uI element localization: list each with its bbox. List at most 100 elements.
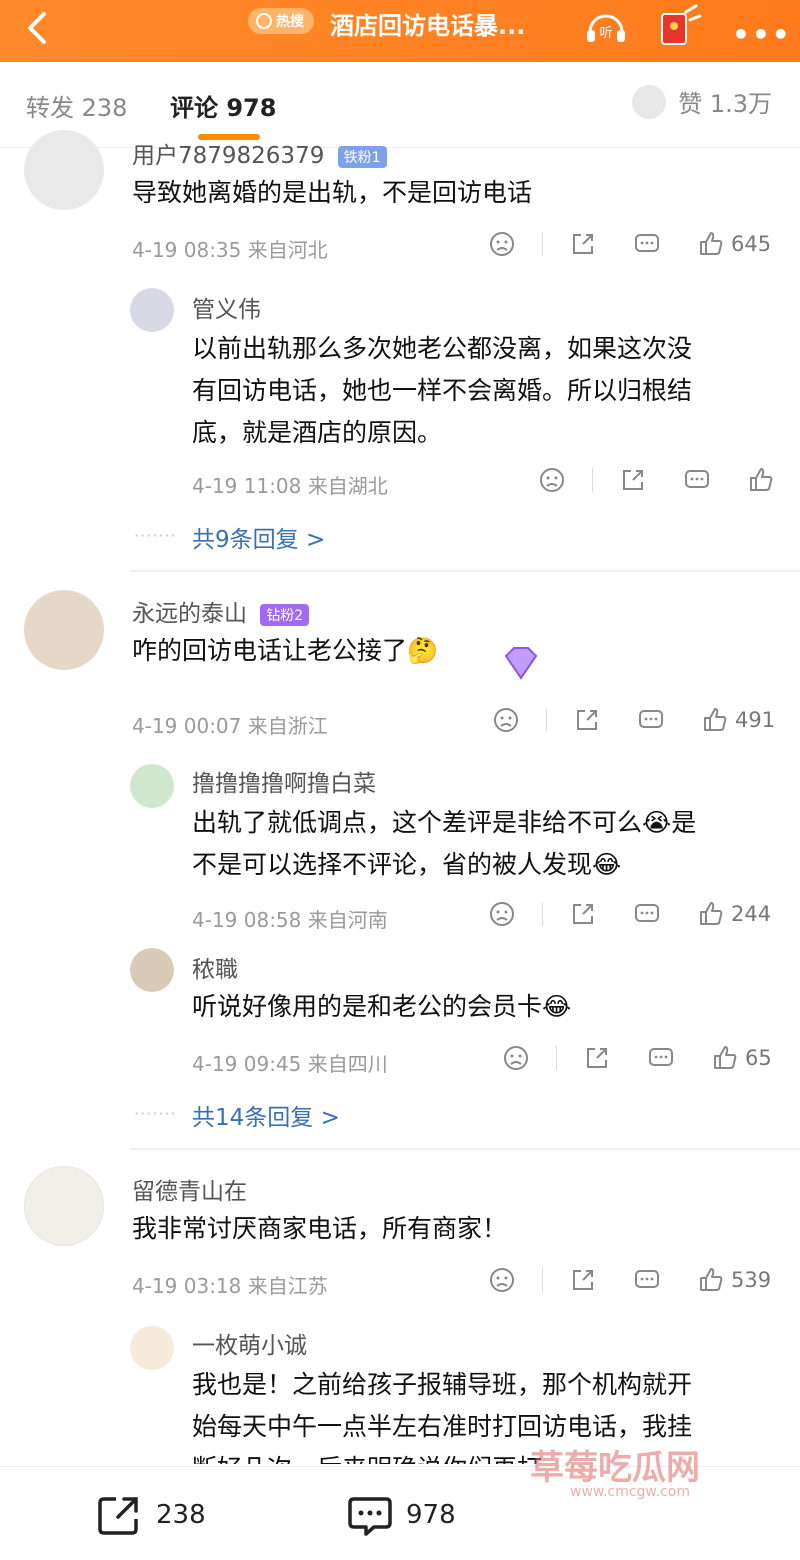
reply-meta: 4-19 08:58 来自河南 bbox=[192, 908, 388, 932]
dislike-button[interactable] bbox=[488, 1266, 516, 1294]
like-count: 539 bbox=[731, 1268, 772, 1292]
share-icon bbox=[623, 470, 643, 490]
divider bbox=[592, 468, 593, 492]
more-replies-link[interactable]: 共9条回复 > bbox=[192, 520, 325, 554]
share-icon bbox=[573, 904, 593, 924]
frown-icon bbox=[490, 902, 514, 926]
avatar[interactable] bbox=[130, 948, 174, 992]
listen-headphones-icon[interactable]: 听 bbox=[582, 6, 630, 46]
reply-button[interactable] bbox=[683, 466, 711, 494]
thumbs-up-icon bbox=[704, 708, 727, 731]
reply-button[interactable] bbox=[633, 900, 661, 928]
share-button[interactable] bbox=[569, 230, 597, 258]
dislike-button[interactable] bbox=[502, 1044, 530, 1072]
fan-badge: 钻粉2 bbox=[260, 603, 310, 626]
avatar[interactable] bbox=[24, 130, 104, 210]
comment-actions: 645 bbox=[488, 230, 771, 258]
more-menu-icon[interactable]: ••• bbox=[732, 18, 792, 51]
like-count: 491 bbox=[735, 708, 776, 732]
comment-text: 咋的回访电话让老公接了🤔 bbox=[132, 636, 439, 665]
dislike-button[interactable] bbox=[488, 230, 516, 258]
reply-text: 听说好像用的是和老公的会员卡😂 bbox=[192, 992, 572, 1021]
comment-username[interactable]: 留德青山在 bbox=[132, 1172, 247, 1206]
thumbs-up-icon bbox=[714, 1046, 737, 1069]
top-bar: 热搜 酒店回访电话暴... 听 ••• bbox=[0, 0, 800, 62]
reply-username[interactable]: 一枚萌小诚 bbox=[192, 1326, 307, 1360]
like-button[interactable]: 244 bbox=[697, 900, 771, 928]
comment-icon bbox=[635, 904, 659, 922]
page-title[interactable]: 酒店回访电话暴... bbox=[330, 6, 525, 41]
reply-button[interactable] bbox=[633, 230, 661, 258]
thumbs-up-icon bbox=[700, 902, 723, 925]
tabs-bar: 转发 238 评论 978 赞 1.3万 bbox=[0, 62, 800, 148]
reply-username[interactable]: 管义伟 bbox=[192, 290, 261, 324]
repost-button[interactable]: 238 bbox=[96, 1493, 206, 1537]
avatar[interactable] bbox=[24, 1166, 104, 1246]
reply-username[interactable]: 秾職 bbox=[192, 950, 238, 984]
reply-meta: 4-19 11:08 来自湖北 bbox=[192, 474, 388, 498]
avatar[interactable] bbox=[130, 1326, 174, 1370]
replies-dots: ······· bbox=[134, 526, 177, 545]
share-button[interactable] bbox=[573, 706, 601, 734]
comment-meta: 4-19 03:18 来自江苏 bbox=[132, 1274, 328, 1298]
divider bbox=[546, 708, 547, 732]
hot-search-pill[interactable]: 热搜 bbox=[248, 8, 314, 34]
comment-meta: 4-19 08:35 来自河北 bbox=[132, 238, 328, 262]
svg-text:听: 听 bbox=[599, 26, 612, 41]
comment-icon bbox=[635, 234, 659, 252]
reply-actions: 65 bbox=[502, 1044, 772, 1072]
tab-repost[interactable]: 转发 238 bbox=[26, 88, 127, 123]
comment-meta: 4-19 00:07 来自浙江 bbox=[132, 714, 328, 738]
comment-button[interactable]: 978 bbox=[346, 1493, 456, 1537]
avatar[interactable] bbox=[24, 590, 104, 670]
share-button[interactable] bbox=[569, 1266, 597, 1294]
thumbs-up-icon bbox=[700, 232, 723, 255]
frown-icon bbox=[490, 1268, 514, 1292]
comment-username[interactable]: 永远的泰山 钻粉2 bbox=[132, 594, 310, 628]
more-replies-link[interactable]: 共14条回复 > bbox=[192, 1098, 340, 1132]
reply-text: 以前出轨那么多次她老公都没离，如果这次没 有回访电话，她也一样不会离婚。所以归根… bbox=[192, 334, 693, 447]
like-button[interactable]: 65 bbox=[711, 1044, 772, 1072]
avatar[interactable] bbox=[130, 764, 174, 808]
reply-button[interactable] bbox=[637, 706, 665, 734]
search-icon bbox=[256, 13, 272, 29]
reply-button[interactable] bbox=[633, 1266, 661, 1294]
frown-icon bbox=[494, 708, 518, 732]
like-button[interactable] bbox=[747, 466, 775, 494]
divider bbox=[542, 902, 543, 926]
comment-username[interactable]: 用户7879826379 铁粉1 bbox=[132, 136, 387, 170]
likes-count: 赞 1.3万 bbox=[678, 90, 772, 118]
red-packet-icon[interactable] bbox=[656, 4, 702, 48]
tab-comments[interactable]: 评论 978 bbox=[170, 88, 276, 123]
comment-count: 978 bbox=[406, 1500, 456, 1530]
like-button[interactable]: 645 bbox=[697, 230, 771, 258]
repost-count: 238 bbox=[156, 1500, 206, 1530]
thumbs-up-icon bbox=[750, 468, 773, 491]
replies-dots: ······· bbox=[134, 1104, 177, 1123]
dislike-button[interactable] bbox=[538, 466, 566, 494]
share-button[interactable] bbox=[619, 466, 647, 494]
like-button[interactable]: 491 bbox=[701, 706, 775, 734]
tab-likes[interactable]: 赞 1.3万 bbox=[632, 84, 772, 119]
comment-actions: 491 bbox=[492, 706, 775, 734]
dislike-button[interactable] bbox=[488, 900, 516, 928]
like-button[interactable]: 539 bbox=[697, 1266, 771, 1294]
divider bbox=[542, 232, 543, 256]
hot-search-label: 热搜 bbox=[276, 14, 304, 30]
share-icon bbox=[98, 1497, 138, 1535]
comment-text: 我非常讨厌商家电话，所有商家！ bbox=[132, 1214, 508, 1243]
share-button[interactable] bbox=[569, 900, 597, 928]
dislike-button[interactable] bbox=[492, 706, 520, 734]
reply-username[interactable]: 撸撸撸撸啊撸白菜 bbox=[192, 764, 376, 798]
divider bbox=[130, 1148, 800, 1150]
avatar[interactable] bbox=[130, 288, 174, 332]
frown-icon bbox=[540, 468, 564, 492]
frown-icon bbox=[490, 232, 514, 256]
reply-button[interactable] bbox=[647, 1044, 675, 1072]
reply-meta: 4-19 09:45 来自四川 bbox=[192, 1052, 388, 1076]
back-arrow-icon[interactable] bbox=[18, 8, 58, 48]
comment-icon bbox=[639, 710, 663, 728]
share-icon bbox=[573, 234, 593, 254]
share-button[interactable] bbox=[583, 1044, 611, 1072]
watermark: 草莓吃瓜网 www.cmcgw.com bbox=[530, 1448, 700, 1500]
